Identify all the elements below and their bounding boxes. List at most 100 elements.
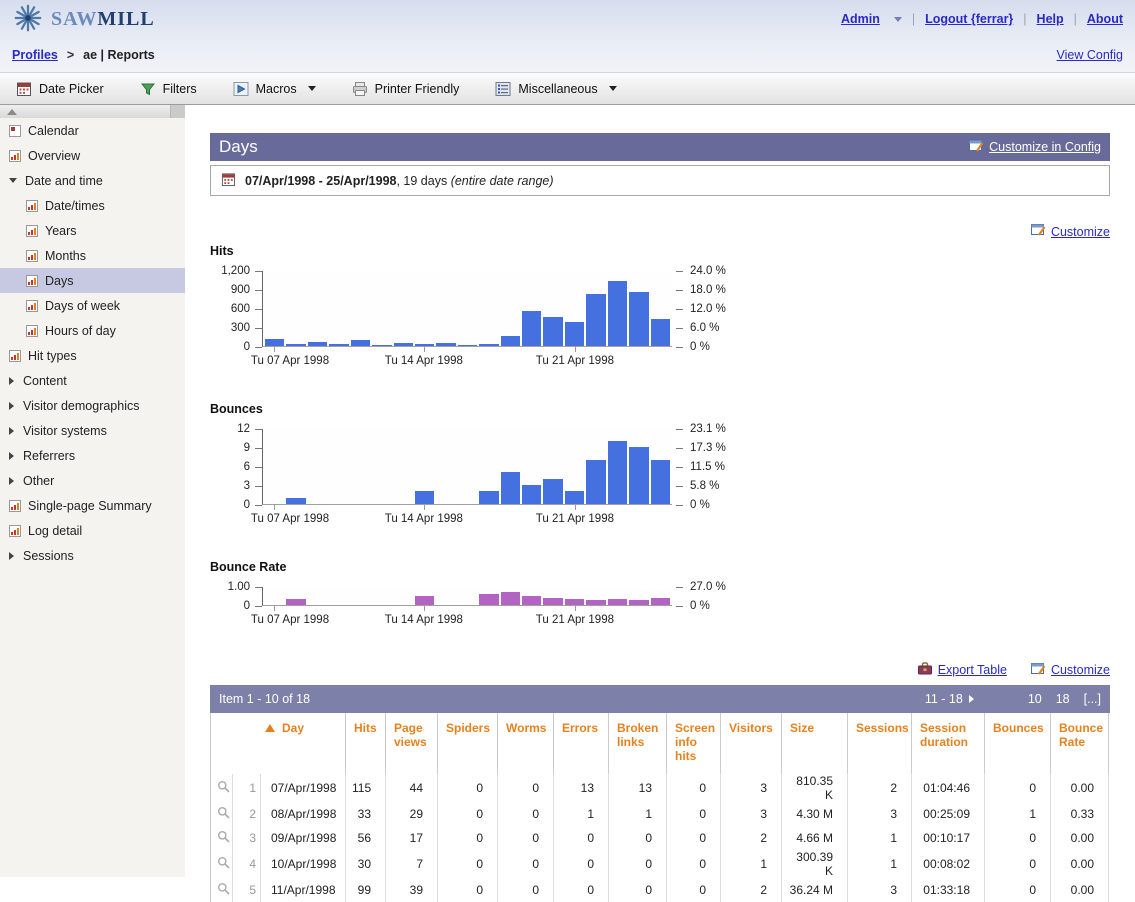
- zoom-row-icon[interactable]: [211, 802, 233, 826]
- x-tick-mark: [575, 505, 576, 510]
- sidebar-item-days[interactable]: Days: [0, 268, 185, 293]
- sidebar-item-date-and-time[interactable]: Date and time: [0, 168, 185, 193]
- about-link[interactable]: About: [1087, 12, 1123, 26]
- toolbar-label: Date Picker: [39, 82, 104, 96]
- logout-link[interactable]: Logout {ferrar}: [925, 12, 1013, 26]
- col-header-visitors[interactable]: Visitors: [721, 713, 782, 774]
- toolbar-date-picker[interactable]: Date Picker: [16, 81, 104, 97]
- right-tick-label: 24.0 %: [690, 265, 726, 277]
- customize-in-config-link[interactable]: Customize in Config: [989, 140, 1101, 154]
- col-header-session-duration[interactable]: Session duration: [912, 713, 985, 774]
- chevron-right-icon: [9, 377, 14, 385]
- scroll-box[interactable]: [170, 105, 185, 118]
- page-size-10[interactable]: 10: [1028, 692, 1042, 706]
- sidebar-item-label: Date/times: [45, 199, 105, 213]
- chart-bar: [543, 479, 562, 504]
- sidebar-item-date-times[interactable]: Date/times: [0, 193, 185, 218]
- sidebar-item-referrers[interactable]: Referrers: [0, 443, 185, 468]
- page-size-18[interactable]: 18: [1056, 692, 1070, 706]
- cell-hits: 30: [346, 850, 386, 878]
- customize-table-link[interactable]: Customize: [1051, 663, 1110, 677]
- sidebar-item-years[interactable]: Years: [0, 218, 185, 243]
- date-range-text: 07/Apr/1998 - 25/Apr/1998, 19 days (enti…: [245, 174, 554, 188]
- right-tick-label: 23.1 %: [690, 423, 726, 435]
- col-header-errors[interactable]: Errors: [554, 713, 609, 774]
- miscellaneous-icon: [495, 81, 511, 97]
- breadcrumb-separator: >: [67, 48, 74, 62]
- customize-charts-link[interactable]: Customize: [1051, 225, 1110, 239]
- chart-icon: [26, 325, 38, 337]
- cell-worms: 0: [498, 774, 554, 802]
- col-header-page-views[interactable]: Page views: [386, 713, 438, 774]
- sidebar-item-months[interactable]: Months: [0, 243, 185, 268]
- col-header-sessions[interactable]: Sessions: [848, 713, 912, 774]
- col-header-size[interactable]: Size: [782, 713, 848, 774]
- col-header-bounces[interactable]: Bounces: [985, 713, 1051, 774]
- admin-dropdown-icon[interactable]: [894, 17, 902, 22]
- y-tick: 1.00: [228, 581, 262, 593]
- col-header-bounce-rate[interactable]: Bounce Rate: [1051, 713, 1109, 774]
- sidebar-item-log-detail[interactable]: Log detail: [0, 518, 185, 543]
- col-header-hits[interactable]: Hits: [346, 713, 386, 774]
- sidebar-item-hit-types[interactable]: Hit types: [0, 343, 185, 368]
- toolbar-miscellaneous[interactable]: Miscellaneous: [495, 81, 616, 97]
- tick-mark: [255, 271, 262, 272]
- profiles-link[interactable]: Profiles: [12, 48, 58, 62]
- right-axis: 24.0 %18.0 %12.0 %6.0 %0 %: [672, 271, 762, 347]
- export-table-link[interactable]: Export Table: [938, 663, 1007, 677]
- y-tick: 600: [231, 303, 262, 315]
- sidebar-scroll-strip[interactable]: [0, 105, 185, 118]
- chart-title: Hits: [210, 244, 1110, 258]
- sidebar-item-other[interactable]: Other: [0, 468, 185, 493]
- pager-next-link[interactable]: 11 - 18: [925, 692, 974, 706]
- y-tick-label: 1,200: [221, 265, 250, 277]
- col-header-day[interactable]: Day: [211, 713, 346, 774]
- sidebar-item-single-page-summary[interactable]: Single-page Summary: [0, 493, 185, 518]
- x-axis-labels: Tu 07 Apr 1998Tu 14 Apr 1998Tu 21 Apr 19…: [262, 614, 672, 630]
- sidebar-item-visitor-demographics[interactable]: Visitor demographics: [0, 393, 185, 418]
- chart-bar: [565, 322, 584, 346]
- toolbar-macros[interactable]: Macros: [233, 81, 316, 97]
- sidebar-item-overview[interactable]: Overview: [0, 143, 185, 168]
- admin-menu[interactable]: Admin: [841, 12, 880, 26]
- toolbar-printer-friendly[interactable]: Printer Friendly: [352, 81, 460, 97]
- col-header-broken-links[interactable]: Broken links: [609, 713, 667, 774]
- sidebar-item-sessions[interactable]: Sessions: [0, 543, 185, 568]
- cell-spiders: 0: [438, 774, 498, 802]
- tick-mark: [676, 309, 683, 310]
- help-link[interactable]: Help: [1037, 12, 1064, 26]
- sidebar-item-label: Visitor systems: [23, 424, 107, 438]
- chart-icon: [9, 500, 21, 512]
- sidebar-item-hours-of-day[interactable]: Hours of day: [0, 318, 185, 343]
- cell-session-duration: 00:08:02: [912, 850, 985, 878]
- scroll-up-icon[interactable]: [7, 109, 17, 115]
- sidebar-item-visitor-systems[interactable]: Visitor systems: [0, 418, 185, 443]
- tick-mark: [676, 467, 683, 468]
- chart-bar: [351, 340, 370, 346]
- zoom-row-icon[interactable]: [211, 774, 233, 802]
- zoom-row-icon[interactable]: [211, 850, 233, 878]
- col-header-spiders[interactable]: Spiders: [438, 713, 498, 774]
- sidebar-item-calendar[interactable]: Calendar: [0, 118, 185, 143]
- separator: |: [1023, 12, 1026, 26]
- chart-icon: [26, 300, 38, 312]
- sidebar-item-label: Hit types: [28, 349, 77, 363]
- zoom-row-icon[interactable]: [211, 878, 233, 902]
- page-size-more[interactable]: [...]: [1084, 692, 1101, 706]
- right-tick: 17.3 %: [676, 442, 726, 454]
- view-config-link[interactable]: View Config: [1057, 48, 1123, 62]
- chart-bar: [586, 460, 605, 504]
- sidebar-item-label: Sessions: [23, 549, 74, 563]
- sidebar-item-content[interactable]: Content: [0, 368, 185, 393]
- x-axis-labels: Tu 07 Apr 1998Tu 14 Apr 1998Tu 21 Apr 19…: [262, 513, 672, 529]
- zoom-row-icon[interactable]: [211, 826, 233, 850]
- cell-day: 09/Apr/1998: [261, 826, 346, 850]
- date-picker-icon: [16, 81, 32, 97]
- chart-bar: [286, 599, 305, 605]
- y-axis: 1,2009006003000: [210, 271, 262, 347]
- col-header-worms[interactable]: Worms: [498, 713, 554, 774]
- cell-sessions: 1: [848, 850, 912, 878]
- sidebar-item-days-of-week[interactable]: Days of week: [0, 293, 185, 318]
- toolbar-filters[interactable]: Filters: [140, 81, 197, 97]
- col-header-screen-info-hits[interactable]: Screen info hits: [667, 713, 721, 774]
